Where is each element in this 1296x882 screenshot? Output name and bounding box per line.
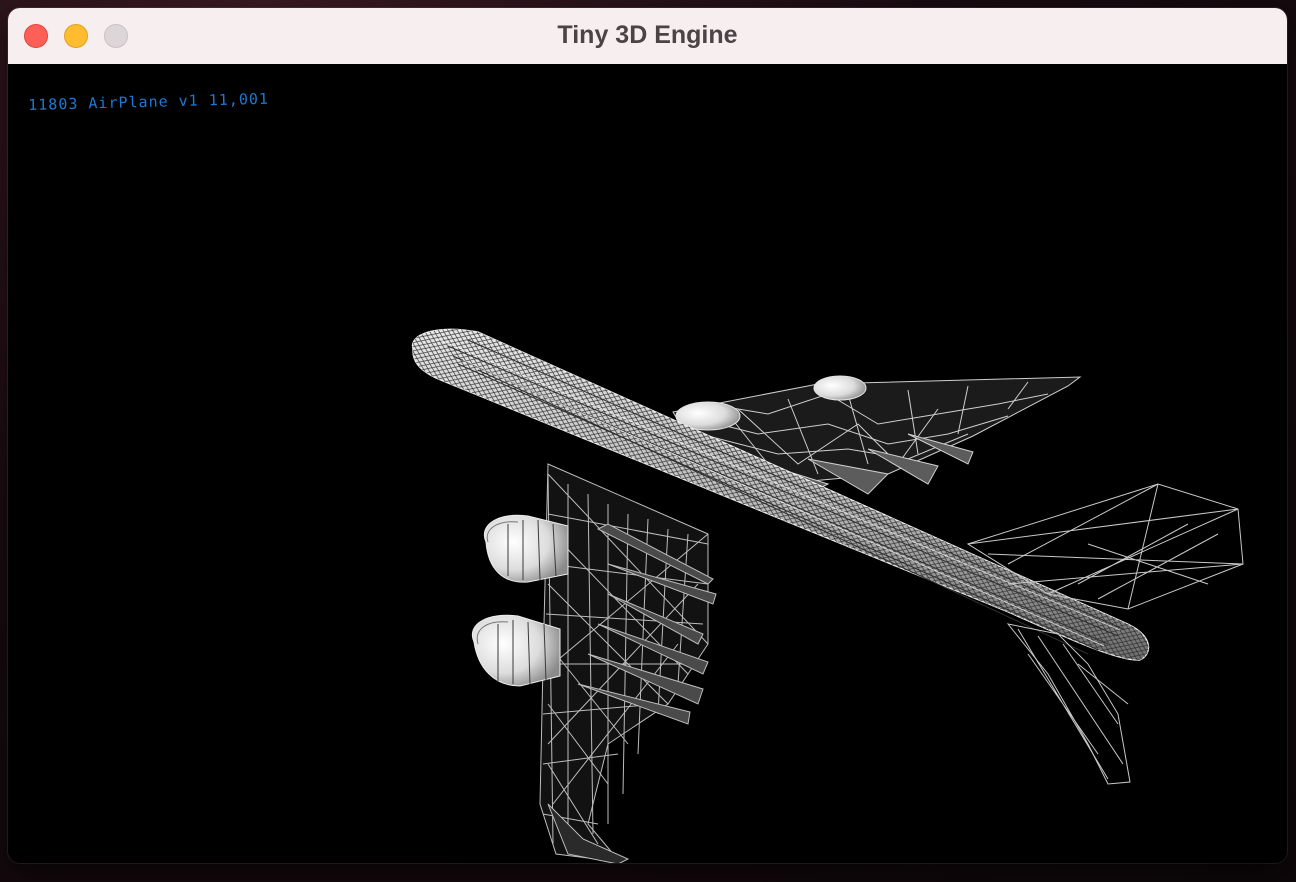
app-window: Tiny 3D Engine 11803 AirPlane v1 11,001	[8, 8, 1287, 863]
title-bar[interactable]: Tiny 3D Engine	[8, 8, 1287, 65]
desktop-background: Tiny 3D Engine 11803 AirPlane v1 11,001	[0, 0, 1296, 882]
render-viewport[interactable]: 11803 AirPlane v1 11,001	[8, 64, 1287, 863]
near-wing	[539, 463, 717, 863]
window-title: Tiny 3D Engine	[557, 21, 738, 49]
airplane-wireframe	[411, 328, 1244, 863]
